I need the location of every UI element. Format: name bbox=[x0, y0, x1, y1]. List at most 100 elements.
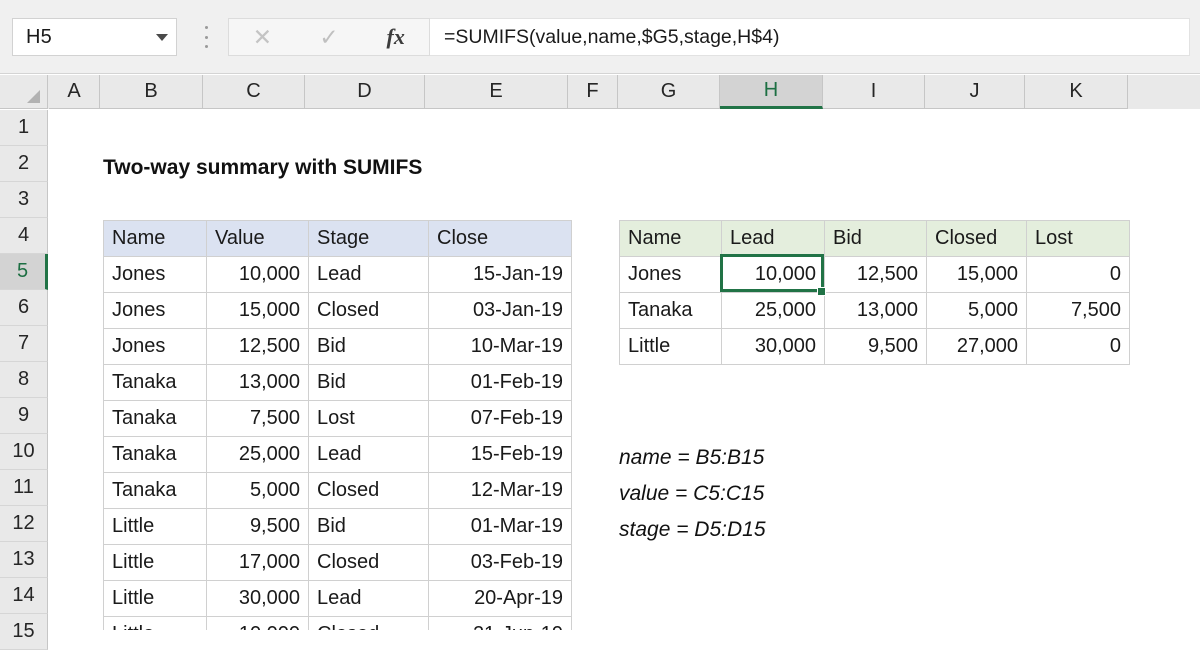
row-header-11[interactable]: 11 bbox=[0, 470, 48, 506]
formula-input[interactable]: =SUMIFS(value,name,$G5,stage,H$4) bbox=[430, 18, 1190, 56]
cell-close[interactable]: 03-Jan-19 bbox=[428, 292, 572, 329]
cell-name[interactable]: Tanaka bbox=[103, 436, 207, 473]
summary-cell-closed[interactable]: 5,000 bbox=[926, 292, 1027, 329]
worksheet-grid[interactable]: Two-way summary with SUMIFS Name Value S… bbox=[49, 110, 1200, 630]
cell-close[interactable]: 15-Feb-19 bbox=[428, 436, 572, 473]
row-header-7[interactable]: 7 bbox=[0, 326, 48, 362]
cancel-formula-button[interactable]: ✕ bbox=[229, 19, 296, 55]
formula-bar-grip-handle[interactable] bbox=[203, 26, 209, 48]
column-header-k[interactable]: K bbox=[1025, 75, 1128, 109]
cell-stage[interactable]: Lead bbox=[308, 580, 429, 617]
cell-value[interactable]: 15,000 bbox=[206, 292, 309, 329]
row-header-13[interactable]: 13 bbox=[0, 542, 48, 578]
cell-name[interactable]: Little bbox=[103, 580, 207, 617]
cell-name[interactable]: Tanaka bbox=[103, 364, 207, 401]
cell-stage[interactable]: Bid bbox=[308, 508, 429, 545]
table-row[interactable]: Jones 15,000 Closed 03-Jan-19 bbox=[103, 292, 572, 329]
cell-stage[interactable]: Bid bbox=[308, 328, 429, 365]
summary-cell-name[interactable]: Little bbox=[619, 328, 722, 365]
confirm-formula-button[interactable]: ✓ bbox=[296, 19, 363, 55]
cell-stage[interactable]: Bid bbox=[308, 364, 429, 401]
column-header-i[interactable]: I bbox=[823, 75, 925, 109]
table-row[interactable]: Tanaka 25,000 Lead 15-Feb-19 bbox=[103, 436, 572, 473]
row-header-8[interactable]: 8 bbox=[0, 362, 48, 398]
summary-cell-bid[interactable]: 12,500 bbox=[824, 256, 927, 293]
table-row[interactable]: Jones 10,000 12,500 15,000 0 bbox=[619, 256, 1130, 293]
column-header-g[interactable]: G bbox=[618, 75, 720, 109]
table-row[interactable]: Little 30,000 Lead 20-Apr-19 bbox=[103, 580, 572, 617]
column-header-c[interactable]: C bbox=[203, 75, 305, 109]
cell-stage[interactable]: Lead bbox=[308, 256, 429, 293]
cell-name[interactable]: Jones bbox=[103, 256, 207, 293]
table-row[interactable]: Tanaka 5,000 Closed 12-Mar-19 bbox=[103, 472, 572, 509]
summary-cell-closed[interactable]: 15,000 bbox=[926, 256, 1027, 293]
row-header-12[interactable]: 12 bbox=[0, 506, 48, 542]
summary-cell-lost[interactable]: 0 bbox=[1026, 256, 1130, 293]
column-header-f[interactable]: F bbox=[568, 75, 618, 109]
column-header-d[interactable]: D bbox=[305, 75, 425, 109]
cell-value[interactable]: 7,500 bbox=[206, 400, 309, 437]
cell-value[interactable]: 17,000 bbox=[206, 544, 309, 581]
row-header-4[interactable]: 4 bbox=[0, 218, 48, 254]
column-header-j[interactable]: J bbox=[925, 75, 1025, 109]
row-header-3[interactable]: 3 bbox=[0, 182, 48, 218]
cell-stage[interactable]: Closed bbox=[308, 292, 429, 329]
name-box-dropdown-icon[interactable] bbox=[148, 33, 176, 41]
summary-cell-lead[interactable]: 25,000 bbox=[721, 292, 825, 329]
cell-close[interactable]: 01-Feb-19 bbox=[428, 364, 572, 401]
summary-cell-lost[interactable]: 7,500 bbox=[1026, 292, 1130, 329]
column-header-e[interactable]: E bbox=[425, 75, 568, 109]
cell-value[interactable]: 25,000 bbox=[206, 436, 309, 473]
column-header-h[interactable]: H bbox=[720, 75, 823, 109]
table-row[interactable]: Jones 10,000 Lead 15-Jan-19 bbox=[103, 256, 572, 293]
select-all-corner[interactable] bbox=[0, 75, 48, 109]
cell-close[interactable]: 03-Feb-19 bbox=[428, 544, 572, 581]
summary-cell-name[interactable]: Tanaka bbox=[619, 292, 722, 329]
row-header-2[interactable]: 2 bbox=[0, 146, 48, 182]
summary-cell-lead[interactable]: 10,000 bbox=[721, 256, 825, 293]
row-header-6[interactable]: 6 bbox=[0, 290, 48, 326]
cell-value[interactable]: 10,000 bbox=[206, 256, 309, 293]
cell-close[interactable]: 01-Mar-19 bbox=[428, 508, 572, 545]
table-row[interactable]: Jones 12,500 Bid 10-Mar-19 bbox=[103, 328, 572, 365]
cell-name[interactable]: Little bbox=[103, 544, 207, 581]
row-header-14[interactable]: 14 bbox=[0, 578, 48, 614]
cell-name[interactable]: Little bbox=[103, 508, 207, 545]
summary-cell-bid[interactable]: 13,000 bbox=[824, 292, 927, 329]
row-header-10[interactable]: 10 bbox=[0, 434, 48, 470]
cell-value[interactable]: 10,000 bbox=[206, 616, 309, 630]
row-header-15[interactable]: 15 bbox=[0, 614, 48, 650]
cell-value[interactable]: 12,500 bbox=[206, 328, 309, 365]
table-row[interactable]: Tanaka 25,000 13,000 5,000 7,500 bbox=[619, 292, 1130, 329]
fill-handle[interactable] bbox=[817, 287, 826, 296]
cell-name[interactable]: Jones bbox=[103, 292, 207, 329]
row-header-9[interactable]: 9 bbox=[0, 398, 48, 434]
row-header-5[interactable]: 5 bbox=[0, 254, 48, 290]
cell-close[interactable]: 20-Apr-19 bbox=[428, 580, 572, 617]
summary-cell-closed[interactable]: 27,000 bbox=[926, 328, 1027, 365]
insert-function-button[interactable]: fx bbox=[362, 19, 429, 55]
cell-value[interactable]: 30,000 bbox=[206, 580, 309, 617]
cell-value[interactable]: 5,000 bbox=[206, 472, 309, 509]
cell-name[interactable]: Jones bbox=[103, 328, 207, 365]
cell-stage[interactable]: Closed bbox=[308, 616, 429, 630]
cell-close[interactable]: 15-Jan-19 bbox=[428, 256, 572, 293]
cell-value[interactable]: 9,500 bbox=[206, 508, 309, 545]
table-row[interactable]: Little10,000Closed21-Jun-19 bbox=[103, 616, 572, 630]
cell-close[interactable]: 12-Mar-19 bbox=[428, 472, 572, 509]
cell-close[interactable]: 21-Jun-19 bbox=[428, 616, 572, 630]
table-row[interactable]: Little 30,000 9,500 27,000 0 bbox=[619, 328, 1130, 365]
table-row[interactable]: Little 9,500 Bid 01-Mar-19 bbox=[103, 508, 572, 545]
table-row[interactable]: Little 17,000 Closed 03-Feb-19 bbox=[103, 544, 572, 581]
cell-close[interactable]: 07-Feb-19 bbox=[428, 400, 572, 437]
cell-stage[interactable]: Closed bbox=[308, 544, 429, 581]
column-header-b[interactable]: B bbox=[100, 75, 203, 109]
summary-cell-name[interactable]: Jones bbox=[619, 256, 722, 293]
cell-name[interactable]: Tanaka bbox=[103, 400, 207, 437]
table-row[interactable]: Tanaka 13,000 Bid 01-Feb-19 bbox=[103, 364, 572, 401]
summary-cell-lead[interactable]: 30,000 bbox=[721, 328, 825, 365]
cell-name[interactable]: Tanaka bbox=[103, 472, 207, 509]
summary-cell-bid[interactable]: 9,500 bbox=[824, 328, 927, 365]
cell-close[interactable]: 10-Mar-19 bbox=[428, 328, 572, 365]
cell-name[interactable]: Little bbox=[103, 616, 207, 630]
